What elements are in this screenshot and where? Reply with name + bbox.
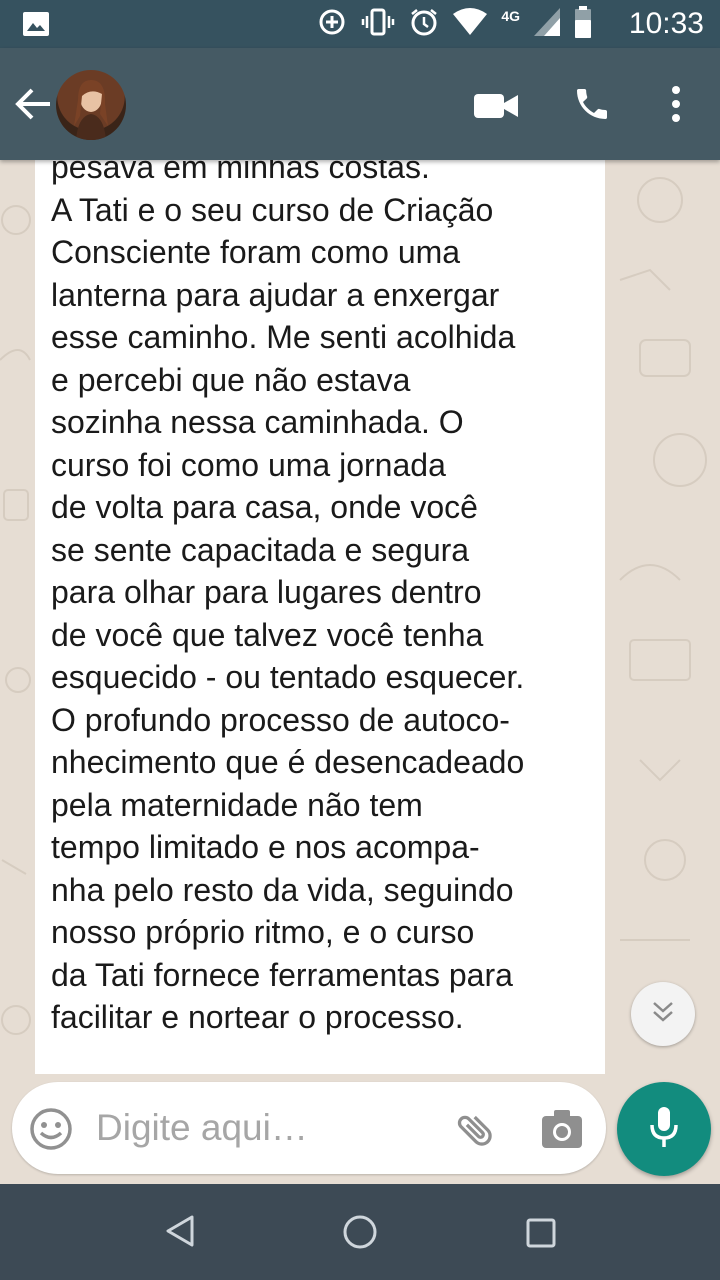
message-text: pesava em minhas costas. A Tati e o seu … xyxy=(51,160,525,1035)
video-call-icon[interactable] xyxy=(474,92,518,125)
phone-icon[interactable] xyxy=(572,84,612,129)
nav-home-icon[interactable] xyxy=(342,1214,378,1255)
nav-back-icon[interactable] xyxy=(164,1214,196,1253)
signal-icon xyxy=(534,7,560,41)
data-saver-icon xyxy=(317,7,347,42)
gallery-icon xyxy=(22,11,50,42)
status-bar: 4G 10:33 xyxy=(0,0,720,48)
chat-header xyxy=(0,48,720,160)
attach-icon[interactable] xyxy=(454,1108,498,1157)
message-input[interactable]: Digite aqui… xyxy=(96,1104,308,1152)
avatar[interactable] xyxy=(56,70,126,140)
vibrate-icon xyxy=(361,7,395,42)
wifi-icon xyxy=(453,7,488,41)
camera-icon[interactable] xyxy=(542,1110,582,1153)
battery-icon xyxy=(574,5,592,43)
scroll-to-bottom-button[interactable] xyxy=(631,982,695,1046)
network-type: 4G xyxy=(501,8,520,24)
system-nav-bar xyxy=(0,1184,720,1280)
message-bubble[interactable]: pesava em minhas costas. A Tati e o seu … xyxy=(35,160,605,1074)
emoji-icon[interactable] xyxy=(30,1108,72,1155)
microphone-icon xyxy=(649,1105,679,1154)
nav-recent-apps-icon[interactable] xyxy=(526,1218,556,1253)
more-options-icon[interactable] xyxy=(664,84,688,129)
clock: 10:33 xyxy=(628,7,704,40)
double-chevron-down-icon xyxy=(650,999,676,1030)
alarm-icon xyxy=(409,7,439,42)
chat-area[interactable]: pesava em minhas costas. A Tati e o seu … xyxy=(0,160,720,1184)
back-arrow-icon[interactable] xyxy=(14,86,52,127)
voice-record-button[interactable] xyxy=(617,1082,711,1176)
message-composer: Digite aqui… xyxy=(12,1082,606,1174)
